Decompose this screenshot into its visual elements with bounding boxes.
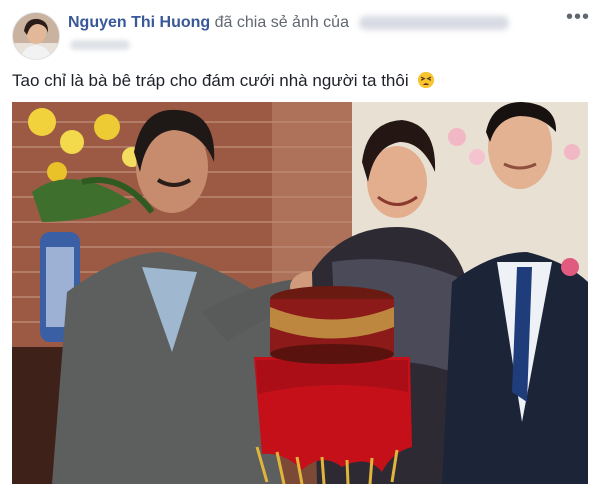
- post-message: Tao chỉ là bà bê tráp cho đám cưới nhà n…: [12, 70, 588, 92]
- author-avatar[interactable]: [12, 12, 60, 60]
- tired-face-emoji-icon: [418, 71, 435, 89]
- share-action-text: đã chia sẻ ảnh của: [214, 14, 349, 31]
- post-card: Nguyen Thi Huong đã chia sẻ ảnh của ••• …: [0, 0, 600, 496]
- author-name[interactable]: Nguyen Thi Huong: [68, 14, 210, 31]
- post-header: Nguyen Thi Huong đã chia sẻ ảnh của: [68, 14, 510, 32]
- blurred-timestamp: [70, 40, 130, 50]
- more-options-button[interactable]: •••: [566, 7, 590, 30]
- post-message-text: Tao chỉ là bà bê tráp cho đám cưới nhà n…: [12, 71, 409, 90]
- post-photo[interactable]: [12, 102, 588, 484]
- blurred-shared-from-name: [359, 15, 510, 30]
